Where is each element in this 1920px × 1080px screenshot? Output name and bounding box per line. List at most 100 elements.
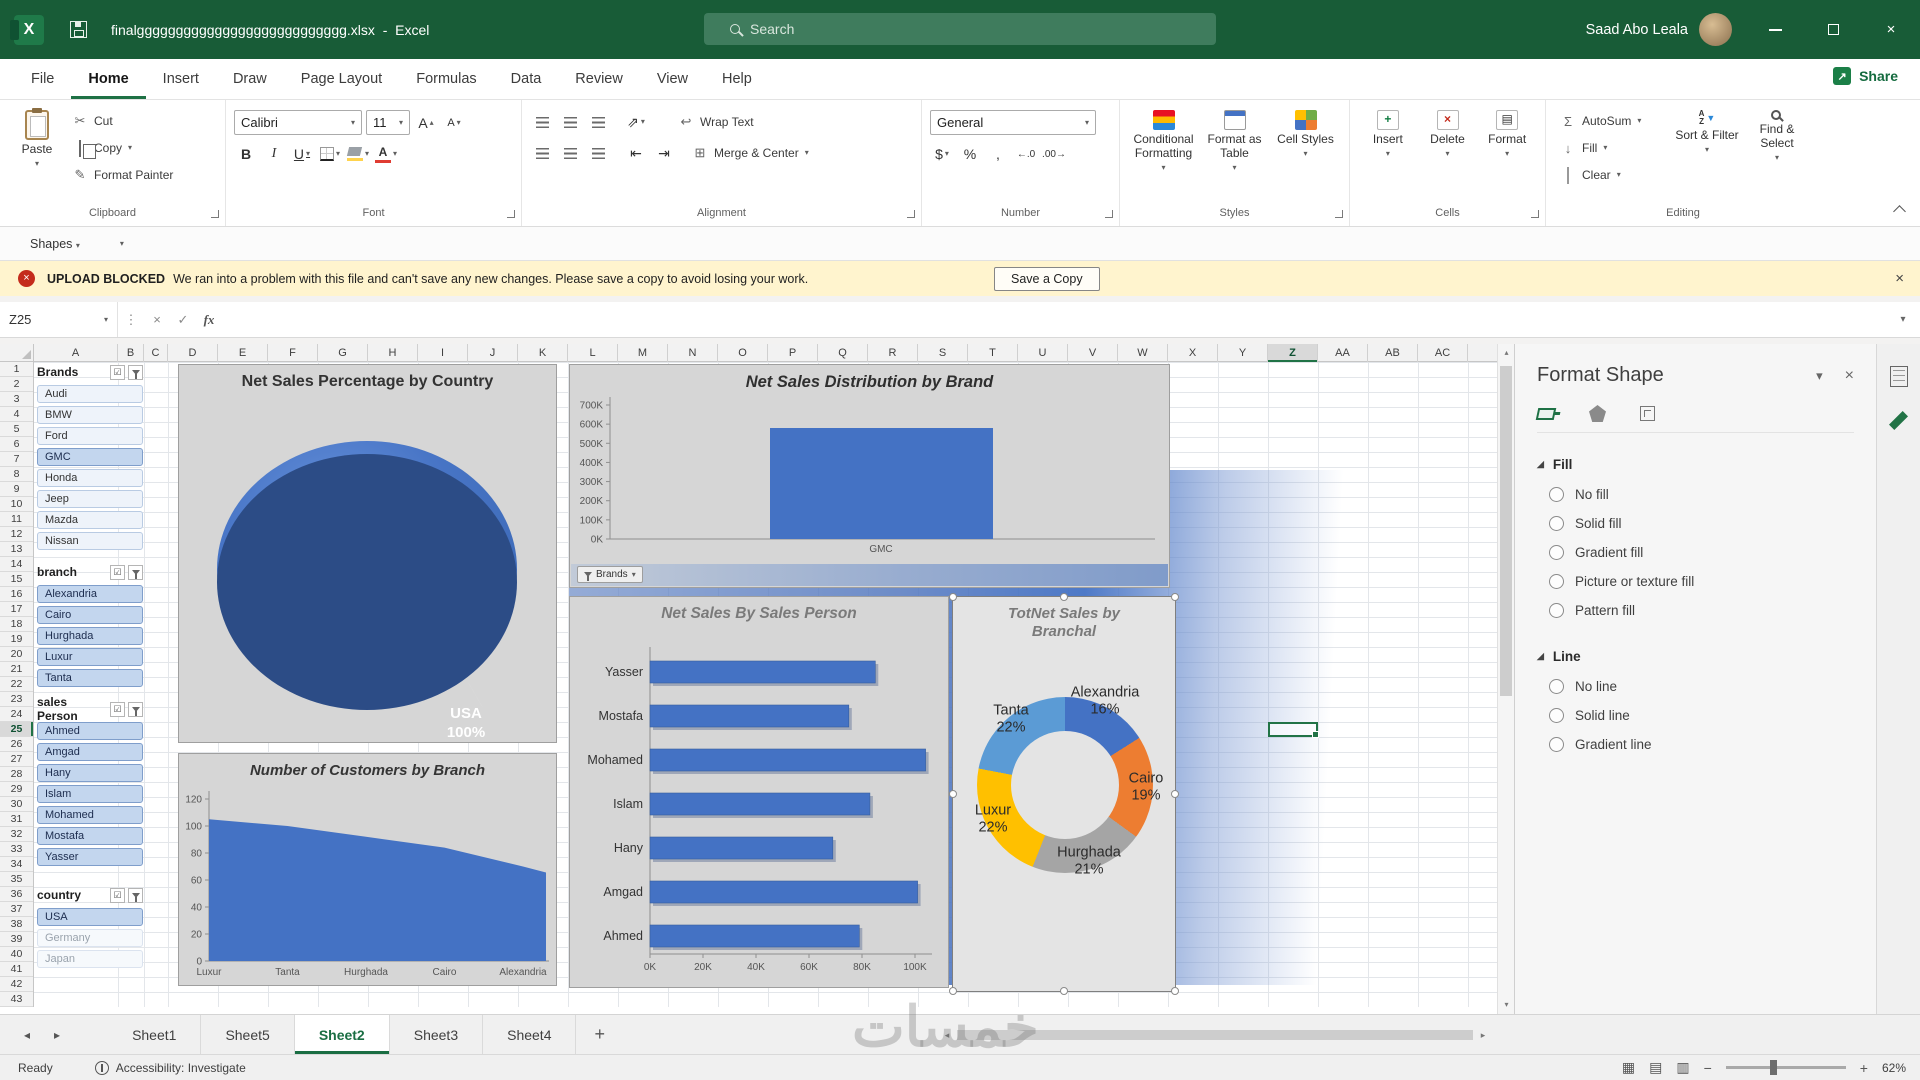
font-color-button[interactable]: A▾: [374, 142, 398, 166]
number-format-select[interactable]: General▾: [930, 110, 1096, 135]
slicer-item-usa[interactable]: USA: [37, 908, 143, 926]
selection-handle[interactable]: [1171, 790, 1179, 798]
column-header-l[interactable]: L: [568, 344, 618, 362]
column-header-j[interactable]: J: [468, 344, 518, 362]
page-layout-view-icon[interactable]: ▤: [1649, 1059, 1662, 1076]
alignment-dialog-launcher[interactable]: [907, 210, 915, 218]
column-header-s[interactable]: S: [918, 344, 968, 362]
column-header-k[interactable]: K: [518, 344, 568, 362]
row-header-24[interactable]: 24: [0, 707, 33, 722]
column-header-y[interactable]: Y: [1218, 344, 1268, 362]
restore-button[interactable]: [1804, 0, 1862, 59]
column-header-q[interactable]: Q: [818, 344, 868, 362]
row-header-14[interactable]: 14: [0, 557, 33, 572]
align-left-button[interactable]: [530, 141, 554, 165]
clear-filter-icon[interactable]: [128, 888, 143, 903]
slicer-item-jeep[interactable]: Jeep: [37, 490, 143, 508]
slicer-item-amgad[interactable]: Amgad: [37, 743, 143, 761]
row-header-39[interactable]: 39: [0, 932, 33, 947]
zoom-out-icon[interactable]: −: [1704, 1060, 1712, 1076]
fill-option-gradient-fill[interactable]: Gradient fill: [1549, 538, 1854, 567]
chart-canvas[interactable]: 700K600K500K400K300K200K100K0KGMC: [570, 365, 1169, 587]
row-header-11[interactable]: 11: [0, 512, 33, 527]
ribbon-tab-help[interactable]: Help: [705, 59, 769, 99]
column-header-o[interactable]: O: [718, 344, 768, 362]
copy-button[interactable]: Copy▾: [72, 137, 173, 159]
sheet-tab-sheet3[interactable]: Sheet3: [390, 1015, 483, 1054]
row-header-4[interactable]: 4: [0, 407, 33, 422]
column-header-g[interactable]: G: [318, 344, 368, 362]
column-header-x[interactable]: X: [1168, 344, 1218, 362]
slicer-item-germany[interactable]: Germany: [37, 929, 143, 947]
align-top-button[interactable]: [530, 110, 554, 134]
avatar[interactable]: [1699, 13, 1732, 46]
column-header-w[interactable]: W: [1118, 344, 1168, 362]
bar-ahmed[interactable]: [650, 925, 859, 947]
fill-color-button[interactable]: ▾: [346, 142, 370, 166]
fill-line-tab-icon[interactable]: [1536, 408, 1557, 420]
align-right-button[interactable]: [586, 141, 610, 165]
zoom-level[interactable]: 62%: [1882, 1061, 1906, 1075]
scroll-up-icon[interactable]: ▴: [1498, 344, 1515, 362]
paste-button[interactable]: Paste▾: [8, 107, 66, 204]
fill-option-no-fill[interactable]: No fill: [1549, 480, 1854, 509]
row-header-22[interactable]: 22: [0, 677, 33, 692]
row-header-42[interactable]: 42: [0, 977, 33, 992]
effects-tab-icon[interactable]: [1589, 405, 1606, 422]
sheet-tab-sheet1[interactable]: Sheet1: [108, 1015, 201, 1054]
chart-canvas[interactable]: 120100806040200LuxurTantaHurghadaCairoAl…: [179, 754, 556, 985]
row-header-2[interactable]: 2: [0, 377, 33, 392]
format-painter-button[interactable]: ✎Format Painter: [72, 164, 173, 186]
scroll-left-icon[interactable]: ◂: [940, 1030, 954, 1041]
slicer-item-bmw[interactable]: BMW: [37, 406, 143, 424]
row-header-26[interactable]: 26: [0, 737, 33, 752]
format-pane-icon[interactable]: [1889, 411, 1908, 430]
slicer-item-audi[interactable]: Audi: [37, 385, 143, 403]
bar-islam[interactable]: [650, 793, 870, 815]
row-header-33[interactable]: 33: [0, 842, 33, 857]
column-header-m[interactable]: M: [618, 344, 668, 362]
shapes-dropdown[interactable]: Shapes ▾: [30, 237, 80, 251]
chart-title[interactable]: Number of Customers by Branch: [179, 762, 556, 779]
column-header-i[interactable]: I: [418, 344, 468, 362]
save-a-copy-button[interactable]: Save a Copy: [994, 267, 1100, 291]
accessibility-status[interactable]: Accessibility: Investigate: [116, 1061, 246, 1075]
column-header-d[interactable]: D: [168, 344, 218, 362]
slicer-item-mostafa[interactable]: Mostafa: [37, 827, 143, 845]
clipboard-dialog-launcher[interactable]: [211, 210, 219, 218]
font-family-select[interactable]: Calibri▾: [234, 110, 362, 135]
column-header-aa[interactable]: AA: [1318, 344, 1368, 362]
column-header-u[interactable]: U: [1018, 344, 1068, 362]
next-sheet-icon[interactable]: ▸: [54, 1028, 60, 1042]
autosum-button[interactable]: ΣAutoSum▾: [1560, 110, 1672, 132]
grow-font-button[interactable]: A▴: [414, 111, 438, 135]
align-middle-button[interactable]: [558, 110, 582, 134]
scroll-down-icon[interactable]: ▾: [1498, 996, 1515, 1014]
number-dialog-launcher[interactable]: [1105, 210, 1113, 218]
line-option-solid-line[interactable]: Solid line: [1549, 701, 1854, 730]
slicer-item-islam[interactable]: Islam: [37, 785, 143, 803]
expand-formula-bar-icon[interactable]: ▾: [1886, 314, 1920, 325]
orientation-button[interactable]: ⇗▾: [624, 110, 648, 134]
new-sheet-button[interactable]: +: [594, 1024, 605, 1045]
row-header-37[interactable]: 37: [0, 902, 33, 917]
slicer-item-ford[interactable]: Ford: [37, 427, 143, 445]
bar-mostafa[interactable]: [650, 705, 849, 727]
row-header-9[interactable]: 9: [0, 482, 33, 497]
row-header-25[interactable]: 25: [0, 722, 33, 737]
zoom-in-icon[interactable]: +: [1860, 1060, 1868, 1076]
chart-title[interactable]: TotNet Sales by Branchal: [989, 605, 1139, 641]
area-series[interactable]: [209, 819, 546, 961]
chart-net-sales-distribution-by-brand[interactable]: 700K600K500K400K300K200K100K0KGMC Net Sa…: [569, 364, 1170, 588]
row-header-41[interactable]: 41: [0, 962, 33, 977]
chart-net-sales-percentage-by-country[interactable]: Net Sales Percentage by Country USA 100%: [178, 364, 557, 743]
row-header-5[interactable]: 5: [0, 422, 33, 437]
row-header-21[interactable]: 21: [0, 662, 33, 677]
column-header-f[interactable]: F: [268, 344, 318, 362]
ribbon-tab-view[interactable]: View: [640, 59, 705, 99]
row-header-16[interactable]: 16: [0, 587, 33, 602]
chart-totnet-sales-by-branchal[interactable]: TotNet Sales by Branchal Alexandria16%Ca…: [952, 596, 1176, 992]
clear-filter-icon[interactable]: [128, 702, 143, 717]
bold-button[interactable]: B: [234, 142, 258, 166]
chart-number-of-customers-by-branch[interactable]: 120100806040200LuxurTantaHurghadaCairoAl…: [178, 753, 557, 986]
